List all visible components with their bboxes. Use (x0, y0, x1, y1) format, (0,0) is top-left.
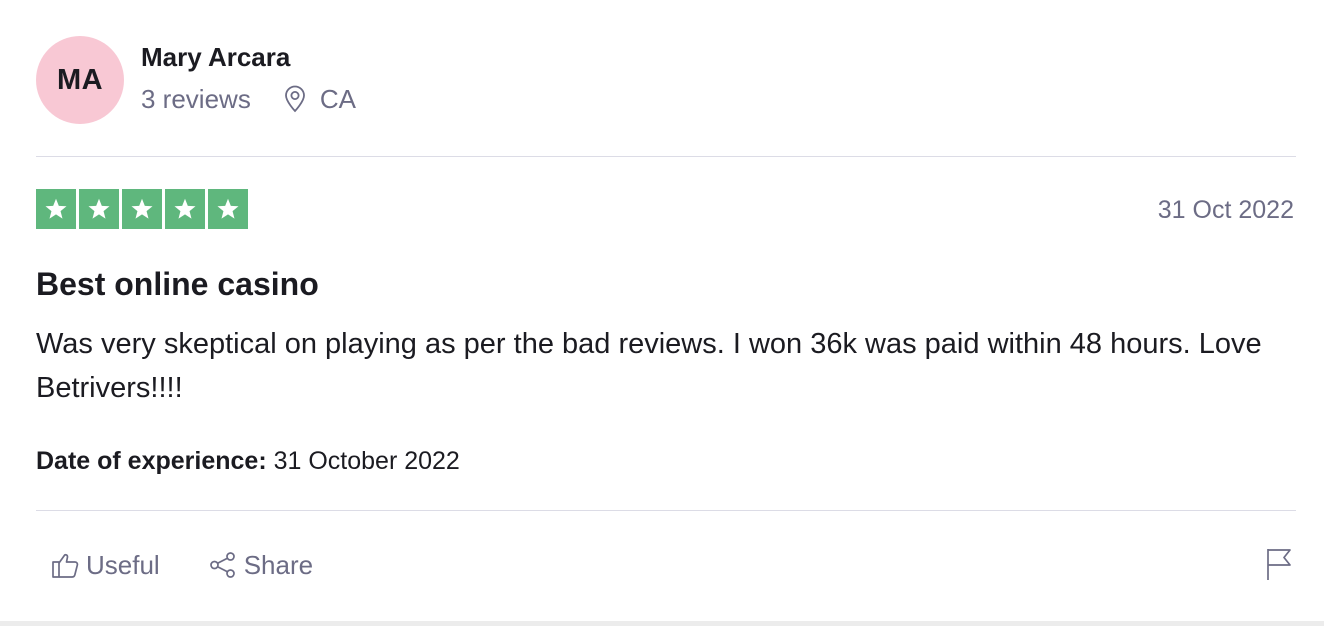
star-icon (165, 189, 205, 229)
useful-button[interactable]: Useful (50, 545, 160, 585)
star-icon (122, 189, 162, 229)
date-of-experience: Date of experience: 31 October 2022 (36, 444, 460, 478)
consumer-header: MA Mary Arcara 3 reviews CA (36, 36, 356, 124)
consumer-info: Mary Arcara 3 reviews CA (141, 40, 356, 115)
consumer-meta: 3 reviews CA (141, 83, 356, 115)
share-button[interactable]: Share (208, 545, 313, 585)
avatar[interactable]: MA (36, 36, 124, 124)
review-date: 31 Oct 2022 (1157, 196, 1294, 224)
share-icon (208, 550, 238, 580)
review-actions: Useful Share (50, 545, 313, 585)
star-rating (36, 189, 248, 229)
useful-label: Useful (86, 550, 160, 580)
experience-label: Date of experience: (36, 447, 267, 475)
consumer-location: CA (319, 83, 356, 114)
thumbs-up-icon (50, 550, 80, 580)
flag-icon[interactable] (1264, 546, 1294, 582)
divider (36, 156, 1296, 157)
reviews-count: 3 reviews (141, 83, 251, 114)
star-icon (208, 189, 248, 229)
star-icon (36, 189, 76, 229)
consumer-name[interactable]: Mary Arcara (141, 40, 356, 74)
review-text: Was very skeptical on playing as per the… (36, 328, 1262, 404)
map-pin-icon (283, 85, 307, 113)
experience-date: 31 October 2022 (273, 447, 460, 475)
review-title[interactable]: Best online casino (36, 264, 319, 304)
review-card: MA Mary Arcara 3 reviews CA 31 Oct 2022 … (0, 0, 1324, 626)
star-icon (79, 189, 119, 229)
divider (36, 510, 1296, 511)
share-label: Share (243, 550, 314, 580)
